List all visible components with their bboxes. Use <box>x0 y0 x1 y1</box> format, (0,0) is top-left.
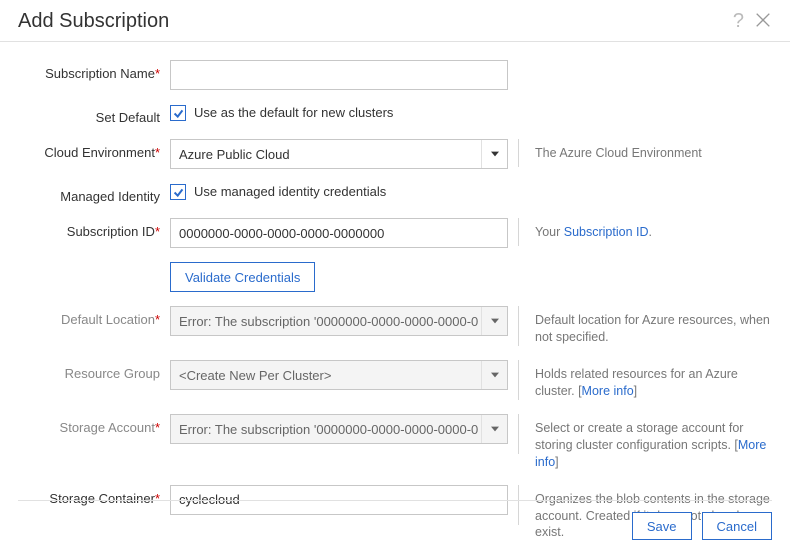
dialog-body: Subscription Name* Set Default Use as th… <box>0 42 790 541</box>
subscription-id-input[interactable] <box>170 218 508 248</box>
managed-identity-text: Use managed identity credentials <box>194 184 386 199</box>
chevron-down-icon <box>481 415 507 443</box>
resource-group-info: Holds related resources for an Azure clu… <box>535 360 772 400</box>
managed-identity-label: Managed Identity <box>18 183 170 204</box>
chevron-down-icon <box>481 361 507 389</box>
storage-account-select[interactable]: Error: The subscription '0000000-0000-00… <box>170 414 508 444</box>
help-icon[interactable]: ? <box>733 10 744 33</box>
subscription-id-label: Subscription ID* <box>18 218 170 239</box>
cloud-env-select[interactable]: Azure Public Cloud <box>170 139 508 169</box>
resource-group-moreinfo-link[interactable]: More info <box>582 384 634 398</box>
set-default-label: Set Default <box>18 104 170 125</box>
cloud-env-label: Cloud Environment* <box>18 139 170 160</box>
subscription-id-link[interactable]: Subscription ID <box>564 225 649 239</box>
subscription-name-input[interactable] <box>170 60 508 90</box>
default-location-label: Default Location* <box>18 306 170 327</box>
default-location-select[interactable]: Error: The subscription '0000000-0000-00… <box>170 306 508 336</box>
resource-group-select[interactable]: <Create New Per Cluster> <box>170 360 508 390</box>
cancel-button[interactable]: Cancel <box>702 512 772 540</box>
storage-account-info: Select or create a storage account for s… <box>535 414 772 471</box>
default-location-info: Default location for Azure resources, wh… <box>535 306 772 346</box>
subscription-name-label: Subscription Name* <box>18 60 170 81</box>
chevron-down-icon <box>481 140 507 168</box>
add-subscription-dialog: Add Subscription ? Subscription Name* Se… <box>0 0 790 552</box>
chevron-down-icon <box>481 307 507 335</box>
cloud-env-info: The Azure Cloud Environment <box>535 139 772 162</box>
dialog-header: Add Subscription ? <box>0 0 790 42</box>
dialog-title: Add Subscription <box>18 10 169 33</box>
subscription-id-info: Your Subscription ID. <box>535 218 772 241</box>
close-icon[interactable] <box>754 11 772 32</box>
set-default-text: Use as the default for new clusters <box>194 105 393 120</box>
storage-account-label: Storage Account* <box>18 414 170 435</box>
save-button[interactable]: Save <box>632 512 692 540</box>
resource-group-label: Resource Group <box>18 360 170 381</box>
validate-credentials-button[interactable]: Validate Credentials <box>170 262 315 292</box>
set-default-checkbox[interactable] <box>170 105 186 121</box>
managed-identity-checkbox[interactable] <box>170 184 186 200</box>
dialog-footer: Save Cancel <box>0 500 790 552</box>
